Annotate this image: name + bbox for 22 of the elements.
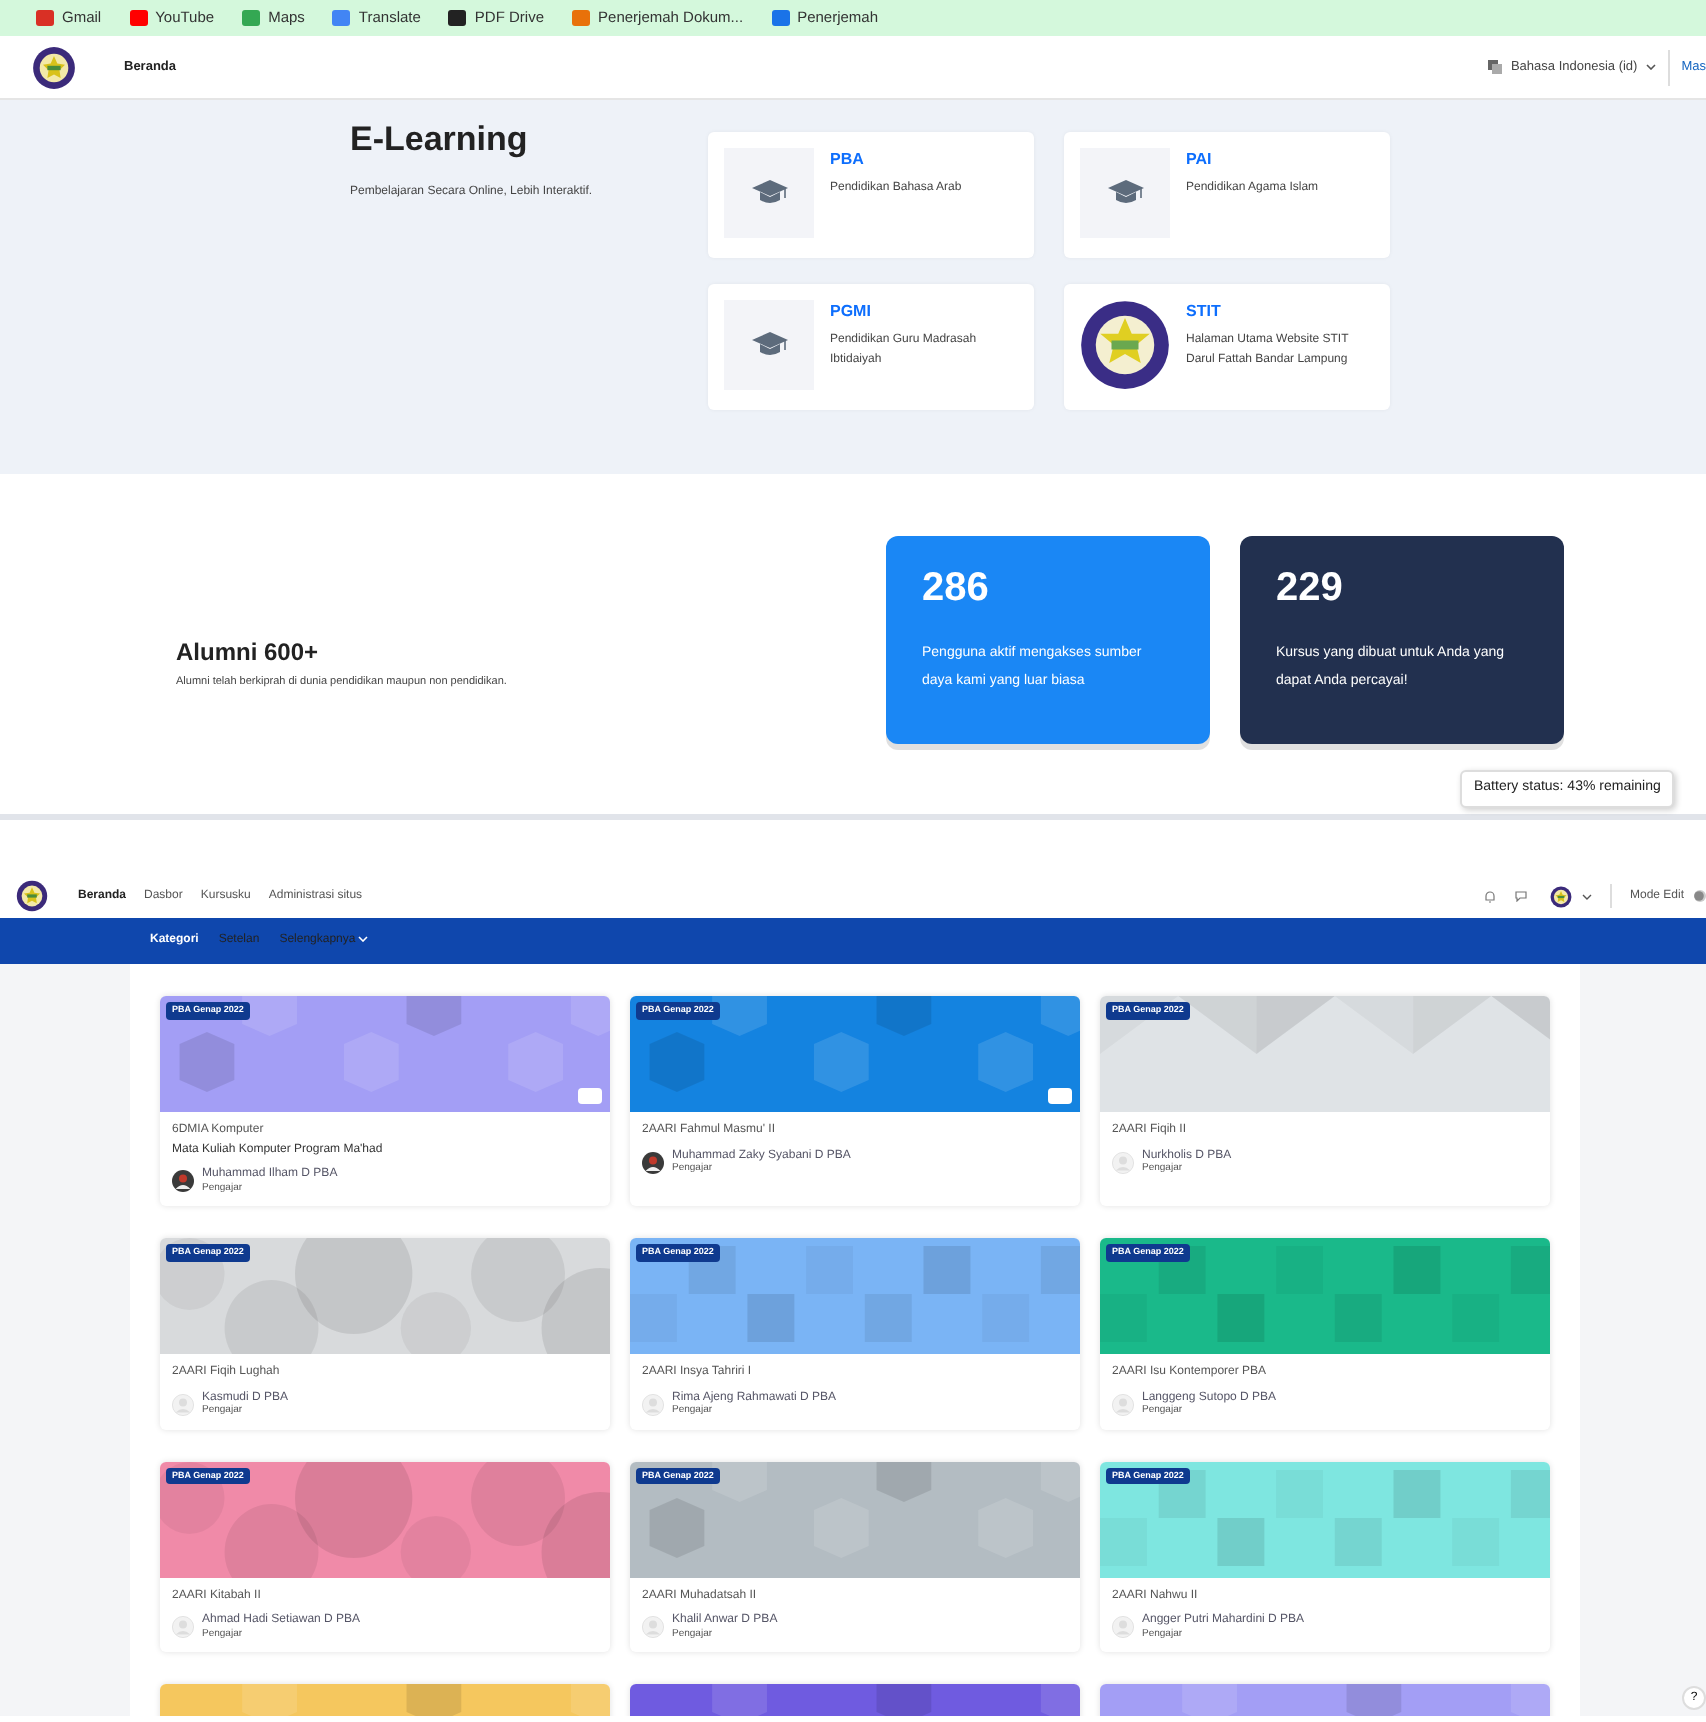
chat-icon[interactable]: [1513, 890, 1528, 902]
zoom-button[interactable]: [1048, 1088, 1072, 1104]
graduation-cap-icon: [1107, 179, 1143, 207]
logo-icon[interactable]: [32, 45, 76, 89]
stat-number: 229: [1276, 568, 1345, 608]
stat-number: 286: [922, 568, 991, 608]
alumni-title: Alumni 600+: [176, 638, 321, 668]
program-code: STIT: [1186, 300, 1223, 324]
program-code: PBA: [830, 148, 866, 172]
bell-icon[interactable]: [1483, 889, 1496, 903]
zoom-button[interactable]: [578, 1088, 602, 1104]
graduation-cap-icon: [751, 331, 787, 359]
caret-icon: [1645, 64, 1656, 70]
toggle-switch[interactable]: [1694, 888, 1706, 904]
program-code: PGMI: [830, 300, 873, 324]
logo-icon[interactable]: [16, 880, 48, 912]
program-code: PAI: [1186, 148, 1214, 172]
caret-icon[interactable]: [1581, 893, 1592, 899]
logo-icon[interactable]: [1549, 885, 1572, 907]
graduation-cap-icon: [751, 179, 787, 207]
hero-title: E-Learning: [350, 120, 530, 161]
seal-logo-icon: [1080, 300, 1170, 390]
